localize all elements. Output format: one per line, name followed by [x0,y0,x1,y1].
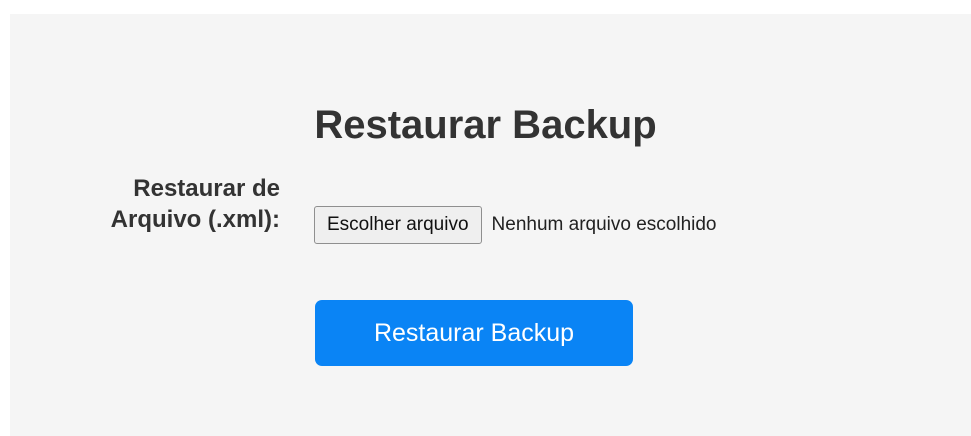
backup-restore-panel: Restaurar Backup Restaurar de Arquivo (.… [10,14,971,436]
choose-file-button[interactable]: Escolher arquivo [314,206,482,244]
file-input[interactable]: Escolher arquivo Nenhum arquivo escolhid… [314,206,717,244]
file-field-label: Restaurar de Arquivo (.xml): [110,175,280,233]
file-status-text: Nenhum arquivo escolhido [491,214,717,235]
page-title: Restaurar Backup [314,103,657,147]
restore-backup-button[interactable]: Restaurar Backup [315,300,633,366]
